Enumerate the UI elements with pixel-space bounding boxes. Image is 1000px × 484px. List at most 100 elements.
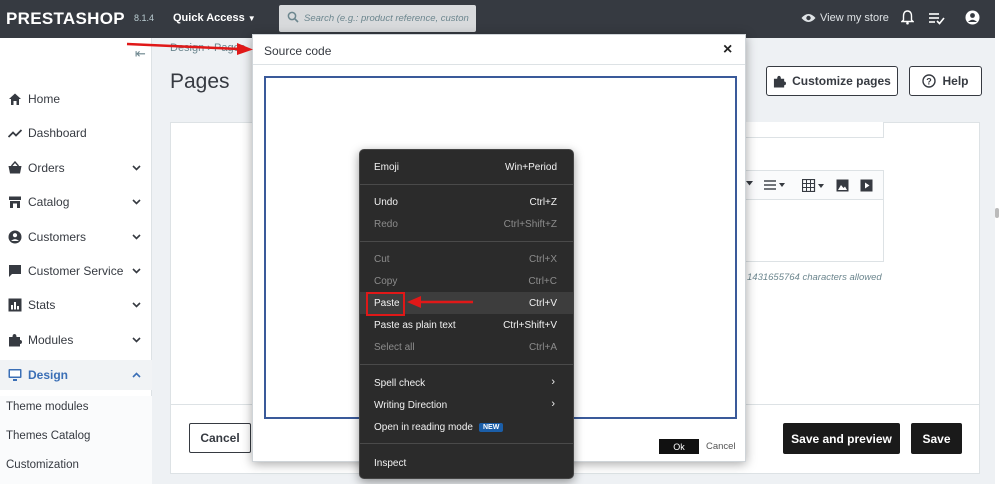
checklist-icon[interactable] (929, 12, 945, 25)
sidebar-item-catalog[interactable]: Catalog (0, 187, 152, 217)
top-bar: PRESTASHOP 8.1.4 Quick Access ▼ Search (e… (0, 0, 995, 38)
menu-item-undo[interactable]: Undo Ctrl+Z (360, 191, 573, 213)
menu-item-shortcut: Ctrl+Shift+V (503, 320, 557, 331)
user-icon[interactable] (965, 10, 980, 25)
paste-highlight-box (366, 292, 405, 316)
caret-down-icon: ▼ (247, 14, 256, 23)
dialog-cancel-button[interactable]: Cancel (706, 441, 736, 452)
sidebar-item-orders[interactable]: Orders (0, 153, 152, 183)
menu-item-reading-mode[interactable]: Open in reading mode NEW (360, 416, 573, 438)
sidebar-item-label: Design (28, 368, 69, 382)
media-icon[interactable] (860, 179, 873, 192)
prestashop-logo[interactable]: PRESTASHOP (6, 9, 125, 29)
menu-item-label: Undo (374, 197, 398, 208)
sidebar-item-customer-service[interactable]: Customer Service (0, 256, 152, 286)
chevron-down-icon (132, 268, 141, 274)
chevron-down-icon (132, 234, 141, 240)
menu-item-label: Spell check (374, 378, 426, 389)
image-icon[interactable] (836, 179, 849, 192)
sidebar-item-label: Customer Service (28, 264, 124, 278)
menu-item-label: Paste as plain text (374, 320, 456, 331)
quick-access-menu[interactable]: Quick Access ▼ (173, 12, 256, 24)
sidebar-item-home[interactable]: Home (0, 84, 152, 114)
menu-item-select-all[interactable]: Select all Ctrl+A (360, 336, 573, 358)
sidebar-item-label: Catalog (28, 195, 70, 209)
chevron-down-icon (132, 302, 141, 308)
menu-item-label: Redo (374, 219, 398, 230)
sidebar-item-modules[interactable]: Modules (0, 325, 152, 355)
bell-icon[interactable] (901, 10, 914, 25)
customize-pages-label: Customize pages (792, 74, 891, 88)
close-icon[interactable]: × (723, 41, 732, 59)
svg-text:?: ? (927, 77, 933, 87)
chat-icon (9, 265, 21, 277)
page-scrollbar[interactable] (995, 0, 1000, 484)
cancel-label: Cancel (200, 431, 240, 445)
view-store-label: View my store (820, 12, 889, 24)
desktop-icon (8, 369, 22, 381)
sidebar-item-label: Orders (28, 161, 65, 175)
help-icon: ? (922, 74, 937, 88)
menu-item-paste-plain[interactable]: Paste as plain text Ctrl+Shift+V (360, 314, 573, 336)
menu-item-shortcut: Ctrl+Z (529, 197, 558, 208)
help-button[interactable]: ? Help (909, 66, 982, 96)
scrollbar-thumb[interactable] (995, 208, 999, 218)
eye-icon (801, 14, 816, 23)
save-and-preview-button[interactable]: Save and preview (783, 423, 900, 454)
sidebar-item-label: Modules (28, 333, 74, 347)
search-input[interactable]: Search (e.g.: product reference, custon (279, 5, 476, 32)
basket-icon (8, 161, 22, 174)
new-badge: NEW (478, 422, 504, 432)
menu-item-writing-direction[interactable]: Writing Direction › (360, 394, 573, 416)
sidebar-item-label: Stats (28, 298, 56, 312)
submenu-customization[interactable]: Customization (6, 459, 79, 471)
arrow-left-annotation (407, 296, 473, 308)
ok-button[interactable]: Ok (659, 439, 699, 454)
menu-item-label: Inspect (374, 458, 407, 469)
chevron-down-icon (132, 199, 141, 205)
puzzle-icon (9, 334, 22, 347)
menu-separator (360, 443, 573, 444)
chevron-right-icon: › (551, 398, 555, 410)
menu-separator (360, 241, 573, 242)
menu-item-label: Open in reading mode (374, 422, 473, 433)
chevron-up-icon (132, 372, 141, 378)
list-icon[interactable] (764, 179, 786, 191)
help-label: Help (942, 74, 969, 88)
table-icon[interactable] (802, 179, 826, 192)
menu-item-inspect[interactable]: Inspect (360, 452, 573, 474)
characters-allowed-text: 1431655764 characters allowed (747, 272, 882, 283)
menu-item-emoji[interactable]: Emoji Win+Period (360, 156, 573, 178)
bar-chart-icon (8, 298, 22, 312)
cancel-button[interactable]: Cancel (189, 423, 251, 453)
save-label: Save (922, 431, 951, 446)
menu-item-label: Copy (374, 276, 398, 287)
sidebar-item-stats[interactable]: Stats (0, 290, 152, 320)
menu-item-spell-check[interactable]: Spell check › (360, 372, 573, 394)
submenu-themes-catalog[interactable]: Themes Catalog (6, 430, 90, 442)
sidebar-item-label: Dashboard (28, 126, 87, 140)
customize-pages-button[interactable]: Customize pages (766, 66, 898, 96)
chevron-right-icon: › (551, 376, 555, 388)
sidebar-item-customers[interactable]: Customers (0, 222, 152, 252)
menu-item-copy[interactable]: Copy Ctrl+C (360, 270, 573, 292)
editor-toolbar (735, 170, 884, 200)
save-button[interactable]: Save (911, 423, 962, 454)
content-editor[interactable] (735, 200, 884, 262)
sidebar: ⇤ Home Dashboard Orders Catalog Customer… (0, 38, 152, 484)
view-store-link[interactable]: View my store (801, 12, 889, 24)
submenu-theme-modules[interactable]: Theme modules (6, 401, 88, 413)
menu-item-cut[interactable]: Cut Ctrl+X (360, 248, 573, 270)
menu-item-redo[interactable]: Redo Ctrl+Shift+Z (360, 213, 573, 235)
search-icon (287, 11, 299, 23)
menu-item-label: Emoji (374, 162, 400, 173)
menu-item-shortcut: Ctrl+Shift+Z (503, 219, 557, 230)
caret-down-icon[interactable] (746, 181, 753, 186)
menu-item-label: Select all (374, 342, 415, 353)
trend-icon (8, 129, 22, 138)
menu-item-shortcut: Ctrl+X (528, 254, 557, 265)
sidebar-item-design[interactable]: Design (0, 360, 152, 390)
sidebar-item-dashboard[interactable]: Dashboard (0, 118, 152, 148)
arrow-right-annotation (126, 42, 253, 55)
menu-item-shortcut: Ctrl+V (528, 298, 557, 309)
